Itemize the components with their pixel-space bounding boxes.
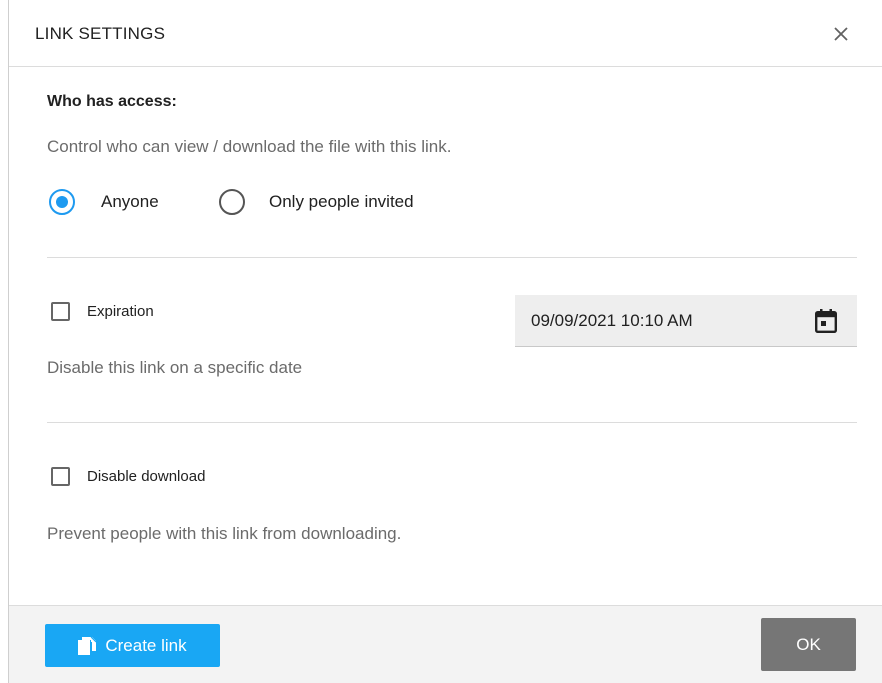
expiration-date-value: 09/09/2021 10:10 AM (531, 311, 693, 330)
expiration-label: Expiration (87, 303, 154, 320)
radio-anyone-label: Anyone (101, 192, 159, 211)
dialog-header: LINK SETTINGS (9, 0, 882, 67)
expiration-description: Disable this link on a specific date (47, 358, 303, 377)
expiration-checkbox[interactable]: Expiration (51, 302, 154, 321)
close-icon (834, 27, 848, 41)
radio-anyone[interactable]: Anyone (49, 189, 159, 215)
ok-button[interactable]: OK (761, 618, 856, 671)
create-link-button[interactable]: Create link (45, 624, 220, 667)
expiration-date-input[interactable]: 09/09/2021 10:10 AM (515, 295, 857, 347)
create-link-label: Create link (105, 635, 187, 655)
link-settings-dialog: LINK SETTINGS Who has access: Control wh… (8, 0, 882, 683)
checkbox-box[interactable] (51, 302, 70, 321)
disable-download-checkbox[interactable]: Disable download (51, 467, 205, 486)
radio-only-people-invited-label: Only people invited (269, 192, 414, 211)
dialog-footer: Create link OK (9, 605, 882, 683)
access-heading: Who has access: (47, 93, 177, 110)
access-description: Control who can view / download the file… (47, 137, 452, 156)
divider (47, 422, 857, 423)
radio-button-unchecked[interactable] (219, 189, 245, 215)
calendar-icon[interactable] (815, 309, 837, 333)
dialog-title: LINK SETTINGS (35, 24, 166, 43)
radio-button-checked[interactable] (49, 189, 75, 215)
radio-only-people-invited[interactable]: Only people invited (219, 189, 414, 215)
divider (47, 257, 857, 258)
checkbox-box[interactable] (51, 467, 70, 486)
disable-download-label: Disable download (87, 468, 206, 485)
copy-icon (78, 636, 97, 655)
disable-download-description: Prevent people with this link from downl… (47, 524, 402, 543)
close-button[interactable] (827, 20, 855, 48)
